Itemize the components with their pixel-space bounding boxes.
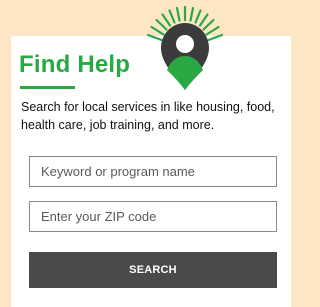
page-title: Find Help xyxy=(19,51,131,78)
zip-code-input[interactable] xyxy=(29,201,277,232)
description-text: Search for local services in like housin… xyxy=(21,100,275,132)
keyword-input[interactable] xyxy=(29,156,277,187)
location-pin-person-icon xyxy=(146,5,224,90)
search-button[interactable]: SEARCH xyxy=(29,252,277,288)
title-underline xyxy=(20,86,75,89)
